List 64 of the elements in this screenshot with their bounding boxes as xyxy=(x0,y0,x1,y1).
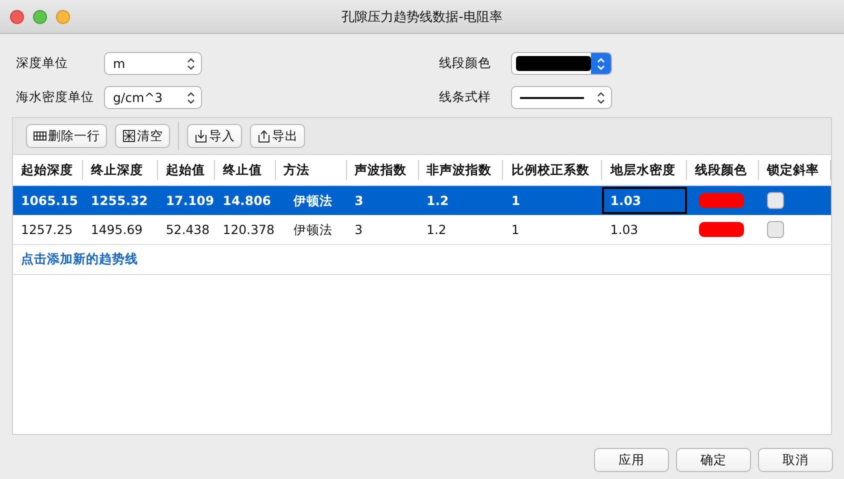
line-color-dropdown[interactable] xyxy=(511,52,612,75)
column-header[interactable]: 比例校正系数 xyxy=(503,160,602,180)
minimize-icon[interactable] xyxy=(56,10,70,24)
table-cell-text: 1495.69 xyxy=(90,221,144,239)
table-row[interactable]: 1065.15 1255.32 17.109 14.806 伊顿法 3 1.2 1 1.03 xyxy=(13,186,831,215)
column-header[interactable]: 起始值 xyxy=(158,160,215,180)
column-header[interactable]: 非声波指数 xyxy=(418,160,504,180)
column-header[interactable]: 终止值 xyxy=(214,160,276,180)
column-header[interactable]: 地层水密度 xyxy=(602,160,688,180)
spinner-arrows-icon xyxy=(596,90,606,106)
column-header[interactable]: 线段颜色 xyxy=(687,160,760,180)
delete-button[interactable]: 删除一行 xyxy=(26,124,107,148)
checkbox[interactable] xyxy=(767,192,784,209)
color-swatch[interactable] xyxy=(699,222,744,237)
column-header[interactable]: 终止深度 xyxy=(82,160,158,180)
export-button[interactable]: 导出 xyxy=(250,124,305,148)
table-cell-text: 1065.15 xyxy=(20,192,79,210)
add-trendline-link[interactable]: 点击添加新的趋势线 xyxy=(21,251,138,268)
window-title: 孔隙压力趋势线数据-电阻率 xyxy=(342,8,502,26)
dialog-button[interactable]: 确定 xyxy=(676,448,751,472)
crossed-grid-icon xyxy=(122,129,136,143)
dialog-button[interactable]: 取消 xyxy=(758,448,833,472)
close-icon[interactable] xyxy=(10,10,24,24)
density-unit-dropdown[interactable]: g/cm^3 xyxy=(104,86,202,109)
table-cell-text: 1.2 xyxy=(426,221,448,239)
table-row[interactable]: 1257.25 1495.69 52.438 120.378 伊顿法 3 1.2 1 1.03 xyxy=(13,215,831,245)
line-style-preview xyxy=(520,96,584,98)
table-cell-text: 伊顿法 xyxy=(292,221,334,239)
field-label: 海水密度单位 xyxy=(16,89,95,106)
import-button[interactable]: 导入 xyxy=(187,124,242,148)
table-cell-text: 1.03 xyxy=(609,221,640,239)
table-cell-text: 1257.25 xyxy=(20,221,74,239)
table-cell-text: 3 xyxy=(354,221,364,239)
table-cell-text: 14.806 xyxy=(222,192,272,210)
table-cell-text: 1.2 xyxy=(426,192,450,210)
column-header[interactable]: 锁定斜率 xyxy=(759,160,831,180)
column-header[interactable]: 起始深度 xyxy=(13,160,83,180)
clear-button[interactable]: 清空 xyxy=(115,124,170,148)
import-icon xyxy=(194,129,208,143)
spinner-arrows-icon xyxy=(186,56,196,72)
grid-icon xyxy=(33,129,47,143)
field-label: 深度单位 xyxy=(16,55,69,72)
table-cell-text: 1 xyxy=(510,221,520,239)
table-cell-text: 3 xyxy=(354,192,364,210)
table-cell-text: 17.109 xyxy=(164,192,215,210)
table-cell-text: 1 xyxy=(510,192,522,210)
dialog-button[interactable]: 应用 xyxy=(594,448,669,472)
field-label: 线段颜色 xyxy=(439,55,492,72)
checkbox[interactable] xyxy=(767,221,784,238)
table-cell-text: 120.378 xyxy=(222,221,276,239)
table-cell-text: 伊顿法 xyxy=(292,192,334,210)
field-label: 线条式样 xyxy=(439,89,492,106)
table-cell-text: 1255.32 xyxy=(90,192,149,210)
color-swatch[interactable] xyxy=(699,193,744,208)
spinner-arrows-icon xyxy=(596,56,606,72)
depth-unit-dropdown[interactable]: m xyxy=(104,52,202,75)
column-header[interactable]: 声波指数 xyxy=(346,160,418,180)
line-style-dropdown[interactable] xyxy=(511,86,612,109)
column-header[interactable]: 方法 xyxy=(276,160,347,180)
table-cell-text: 52.438 xyxy=(164,221,211,239)
spinner-arrows-icon xyxy=(186,90,196,106)
maximize-icon[interactable] xyxy=(33,10,47,24)
table-cell: 1.03 xyxy=(602,187,688,214)
export-icon xyxy=(257,129,271,143)
